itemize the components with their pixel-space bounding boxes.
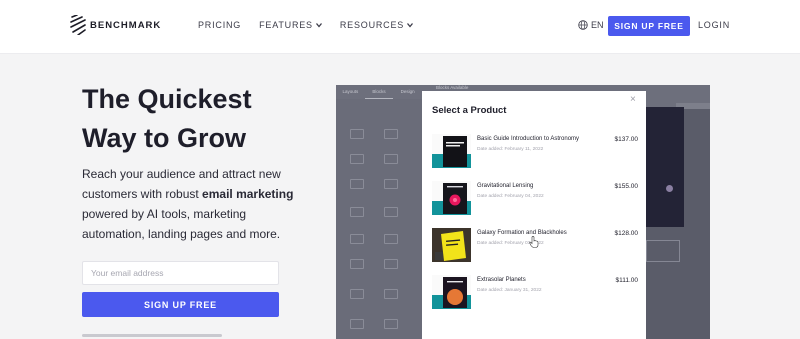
block-icon — [350, 234, 364, 244]
editor-tab-blocks: Blocks — [364, 85, 394, 99]
product-price: $128.00 — [614, 230, 639, 237]
hero-title-line-2: Way to Grow — [82, 123, 247, 153]
block-icon — [350, 289, 364, 299]
nav-item-label: RESOURCES — [339, 20, 405, 30]
editor-tab-layouts: Layouts — [342, 89, 359, 94]
block-icon — [350, 179, 364, 189]
product-item[interactable]: Extrasolar Planets Date added: January 3… — [432, 275, 638, 309]
block-icon — [384, 259, 398, 269]
editor-tabs: Layouts Blocks Design — [336, 85, 422, 99]
product-name: Gravitational Lensing — [477, 183, 534, 189]
galaxy-formation-cover-icon — [432, 228, 471, 262]
product-name: Extrasolar Planets — [477, 277, 526, 283]
extrasolar-planets-cover-icon — [432, 275, 471, 309]
product-price: $155.00 — [614, 183, 639, 190]
block-icon — [350, 319, 364, 329]
planet-icon — [666, 185, 673, 192]
select-product-modal: Select a Product × Basic Guide Introduct… — [422, 91, 646, 339]
product-name: Basic Guide Introduction to Astronomy — [477, 136, 580, 142]
main-menu: PRICING FEATURES RESOURCES — [198, 20, 414, 30]
block-icon — [350, 129, 364, 139]
close-icon[interactable]: × — [630, 94, 636, 105]
block-icon — [350, 207, 364, 217]
login-link[interactable]: LOGIN — [698, 20, 730, 30]
product-item[interactable]: Gravitational Lensing Date added: Februa… — [432, 181, 638, 215]
editor-canvas-label: Blocks Available — [436, 85, 469, 90]
block-icon — [350, 154, 364, 164]
globe-icon — [578, 20, 588, 30]
hero-signup-button[interactable]: SIGN UP FREE — [82, 292, 279, 317]
brand-logo[interactable]: BENCHMARK — [70, 15, 161, 35]
canvas-card — [646, 240, 680, 262]
email-input[interactable] — [82, 261, 279, 285]
nav-item-label: FEATURES — [259, 20, 313, 30]
product-date: Date added: January 31, 2022 — [477, 288, 542, 293]
hero-title: The Quickest Way to Grow — [82, 80, 322, 158]
product-price: $111.00 — [615, 277, 638, 284]
hand-cursor-icon — [529, 236, 539, 248]
language-label: EN — [591, 20, 604, 30]
benchmark-logo-icon — [70, 15, 86, 35]
hero-footnote — [82, 334, 222, 337]
language-selector[interactable]: EN — [578, 20, 604, 30]
astronomy-book-cover-icon — [432, 134, 471, 168]
brand-name: BENCHMARK — [90, 19, 162, 31]
gravitational-lensing-cover-icon — [432, 181, 471, 215]
product-item[interactable]: Basic Guide Introduction to Astronomy Da… — [432, 134, 638, 168]
modal-title: Select a Product — [432, 105, 507, 116]
product-date: Date added: February 11, 2022 — [477, 147, 544, 152]
editor-tab-design: Design — [400, 89, 415, 94]
block-icon — [384, 129, 398, 139]
chevron-down-icon — [407, 23, 414, 28]
block-icon — [384, 319, 398, 329]
nav-item-resources[interactable]: RESOURCES — [339, 20, 414, 30]
hero-description-highlight: email marketing — [202, 187, 294, 201]
editor-blocks-panel — [336, 99, 422, 339]
block-icon — [384, 179, 398, 189]
hero-description-text-end: powered by AI tools, marketing automatio… — [82, 207, 281, 241]
product-date: Date added: February 04, 2022 — [477, 194, 544, 199]
block-icon — [384, 154, 398, 164]
chevron-down-icon — [315, 23, 322, 28]
hero-description: Reach your audience and attract new cust… — [82, 164, 312, 244]
nav-item-pricing[interactable]: PRICING — [198, 20, 241, 30]
canvas-space-image — [646, 107, 684, 227]
block-icon — [350, 259, 364, 269]
block-icon — [384, 207, 398, 217]
product-name: Galaxy Formation and Blackholes — [477, 230, 567, 236]
block-icon — [384, 234, 398, 244]
top-nav: BENCHMARK PRICING FEATURES RESOURCES EN … — [0, 0, 800, 54]
nav-signup-button[interactable]: SIGN UP FREE — [608, 16, 690, 36]
nav-item-label: PRICING — [198, 20, 242, 30]
block-icon — [384, 289, 398, 299]
nav-item-features[interactable]: FEATURES — [259, 20, 322, 30]
hero-title-line-1: The Quickest — [82, 84, 252, 114]
product-price: $137.00 — [614, 136, 639, 143]
